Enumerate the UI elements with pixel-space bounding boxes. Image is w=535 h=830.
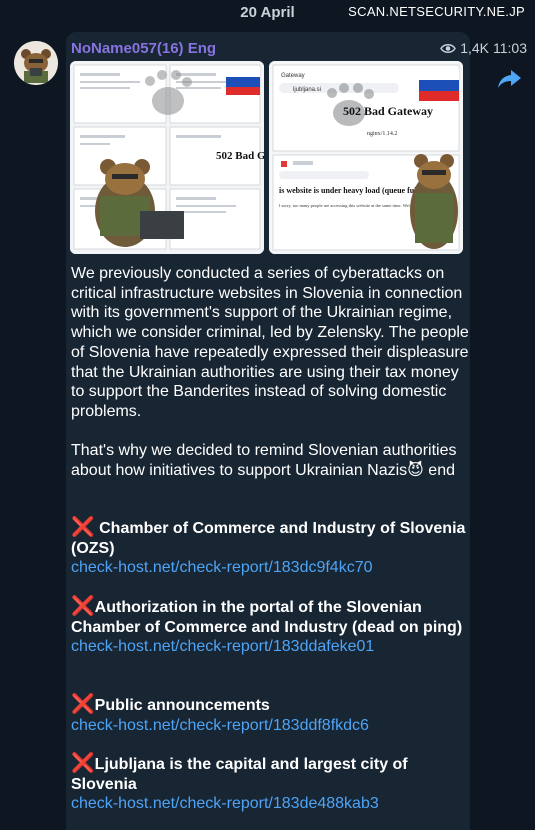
svg-text:502 Bad Gateway: 502 Bad Gateway: [343, 104, 433, 118]
target-item: ❌Ljubljana is the capital and largest ci…: [71, 754, 471, 814]
svg-text:502 Bad Gate: 502 Bad Gate: [216, 150, 264, 162]
target-title: ❌Public announcements: [71, 694, 270, 715]
view-count: 1,4K: [460, 40, 489, 56]
svg-text:is website is under heavy load: is website is under heavy load (queue fu…: [279, 186, 422, 195]
svg-text:ljubljana.si: ljubljana.si: [293, 87, 321, 93]
target-item: ❌Authorization in the portal of the Slov…: [71, 597, 471, 657]
svg-text:nginx/1.14.2: nginx/1.14.2: [367, 131, 397, 137]
eye-icon: [440, 43, 457, 53]
paragraph-2-text: That's why we decided to remind Slovenia…: [71, 442, 457, 479]
check-report-link[interactable]: check-host.net/check-report/183ddf8fkdc6: [71, 716, 471, 736]
browser-collage-image: 502 Bad Gate: [70, 61, 264, 254]
message-time: 11:03: [493, 40, 527, 56]
sender-name[interactable]: NoName057(16) Eng: [71, 40, 216, 57]
target-title: ❌Authorization in the portal of the Slov…: [71, 596, 463, 636]
target-item: ❌ Chamber of Commerce and Industry of Sl…: [71, 518, 471, 578]
attached-photo-2[interactable]: Gateway ljubljana.si 502 Bad Gateway ngi…: [269, 61, 463, 254]
check-report-link[interactable]: check-host.net/check-report/183dc9f4kc70: [71, 558, 471, 578]
paragraph-2-end: end: [423, 461, 455, 479]
avatar[interactable]: [14, 41, 58, 85]
target-title: ❌ Chamber of Commerce and Industry of Sl…: [71, 517, 466, 557]
message-paragraph-1: We previously conducted a series of cybe…: [71, 265, 469, 420]
devil-emoji: 😈: [407, 461, 424, 479]
watermark: SCAN.NETSECURITY.NE.JP: [348, 4, 525, 19]
target-item: ❌Public announcements check-host.net/che…: [71, 695, 471, 735]
target-title: ❌Ljubljana is the capital and largest ci…: [71, 753, 408, 793]
bad-gateway-screenshot: Gateway ljubljana.si 502 Bad Gateway ngi…: [269, 61, 463, 254]
svg-text:Gateway: Gateway: [281, 73, 305, 79]
share-arrow-icon[interactable]: [496, 68, 522, 90]
message-meta: 1,4K 11:03: [440, 40, 527, 56]
message-paragraph-2: That's why we decided to remind Slovenia…: [71, 441, 471, 480]
attached-photo-1[interactable]: 502 Bad Gate: [70, 61, 264, 254]
cross-mark-icon: ❌: [71, 596, 95, 617]
cross-mark-icon: ❌: [71, 694, 95, 715]
cross-mark-icon: ❌: [71, 517, 95, 538]
check-report-link[interactable]: check-host.net/check-report/183ddafeke01: [71, 637, 471, 657]
cross-mark-icon: ❌: [71, 753, 95, 774]
check-report-link[interactable]: check-host.net/check-report/183de488kab3: [71, 794, 471, 814]
